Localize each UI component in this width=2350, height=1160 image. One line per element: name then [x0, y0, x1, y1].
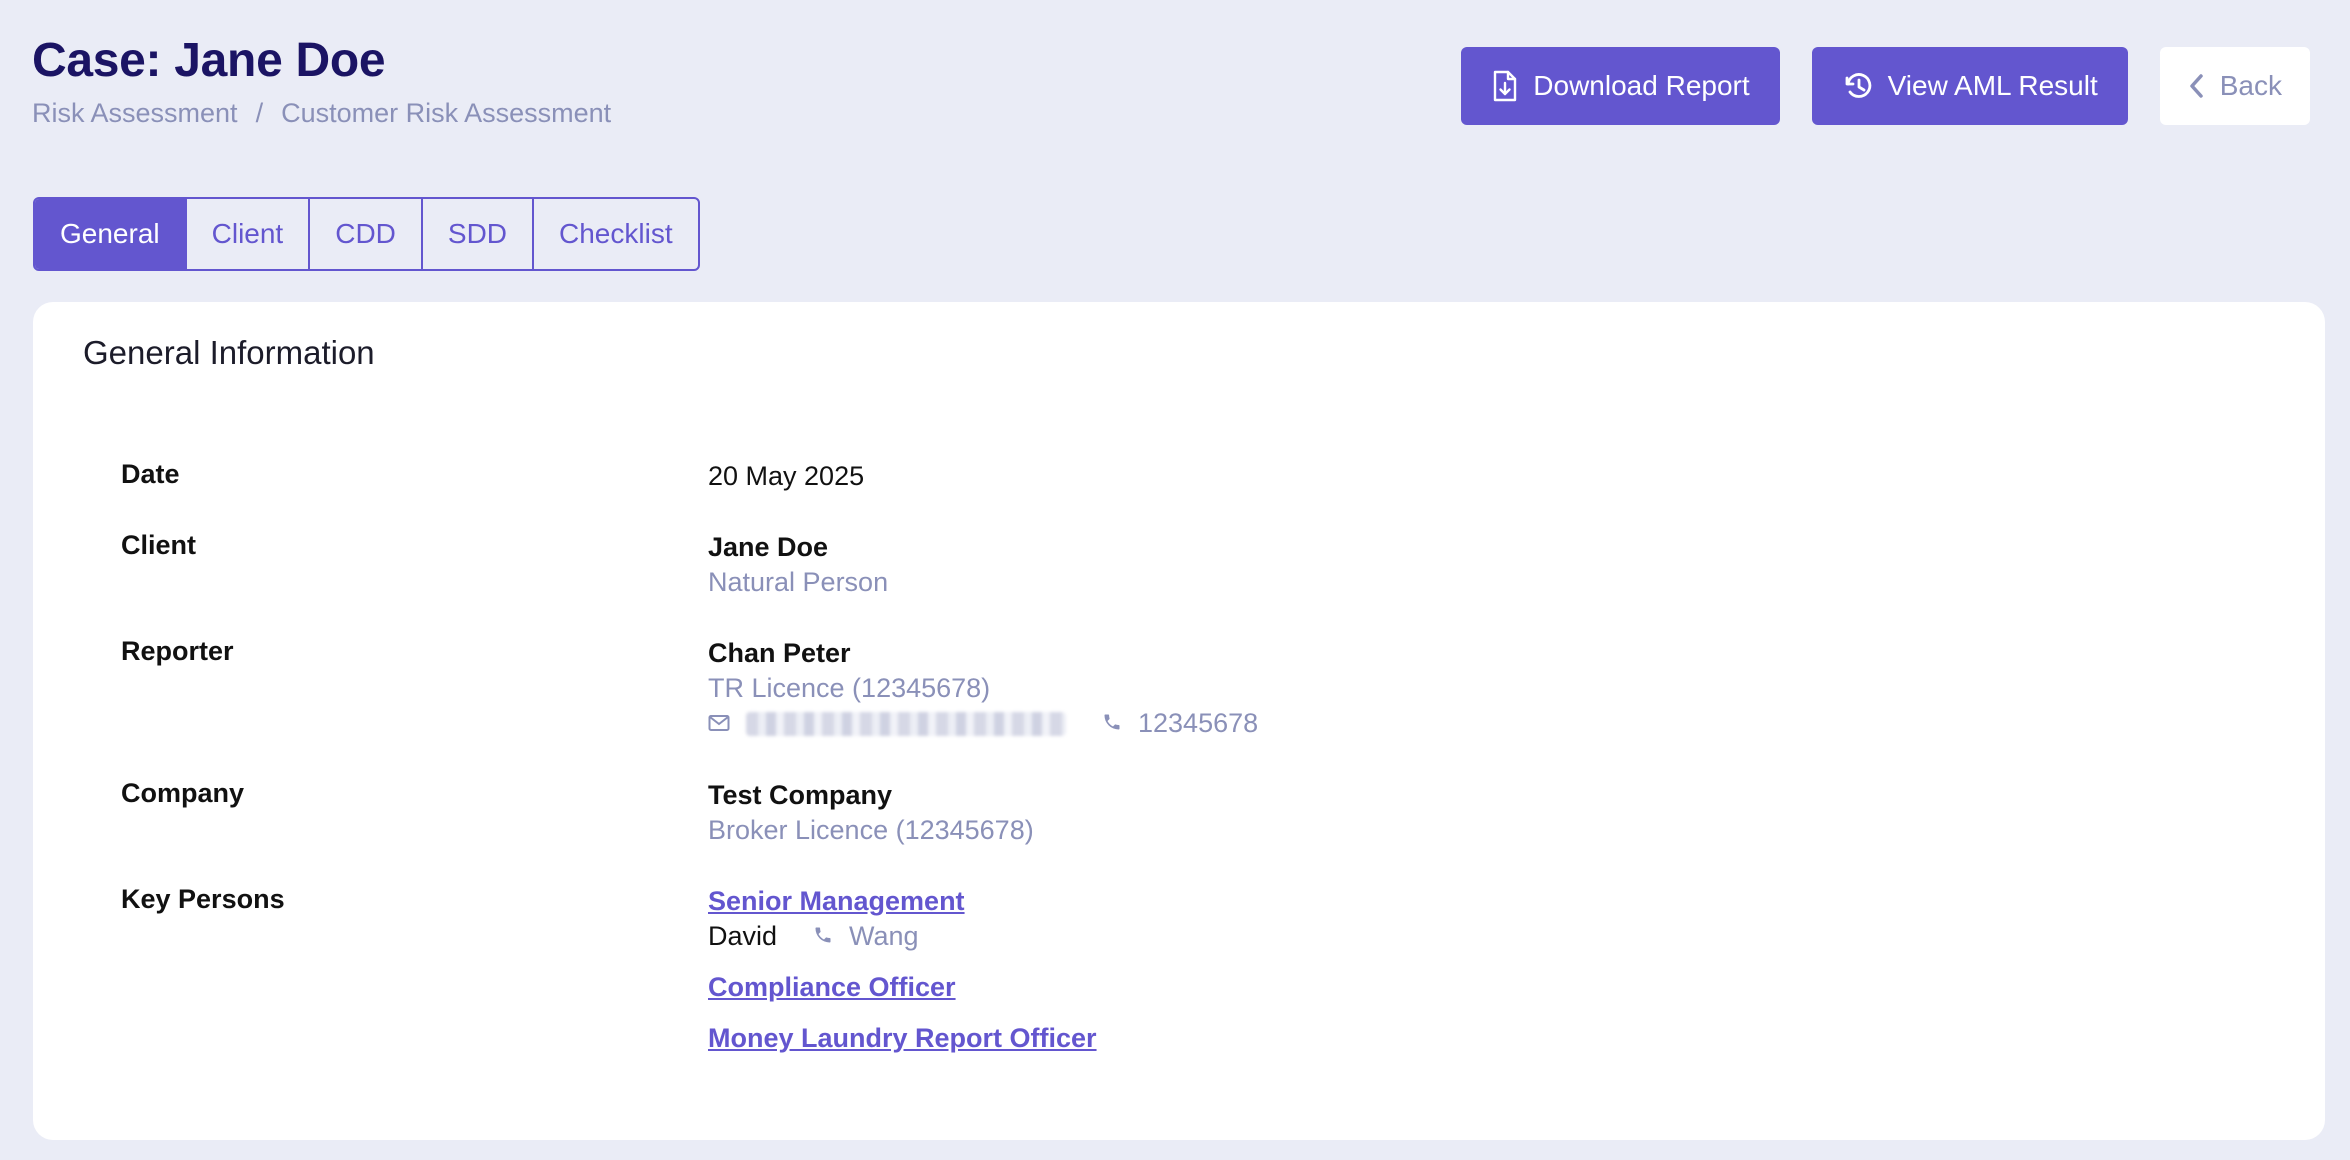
back-button[interactable]: Back: [2159, 47, 2310, 125]
download-file-icon: [1491, 70, 1519, 102]
breadcrumb-risk-assessment[interactable]: Risk Assessment: [32, 98, 238, 129]
client-value: Jane Doe Natural Person: [708, 530, 888, 600]
date-value: 20 May 2025: [708, 459, 864, 494]
date-text: 20 May 2025: [708, 461, 865, 491]
reporter-contact: 12345678: [708, 706, 1258, 741]
tab-sdd[interactable]: SDD: [423, 199, 535, 269]
view-aml-result-label: View AML Result: [1887, 70, 2098, 101]
page: Case: Jane Doe Risk Assessment / Custome…: [0, 0, 2350, 1160]
page-title: Case: Jane Doe: [32, 34, 386, 87]
history-icon: [1842, 70, 1874, 102]
company-name: Test Company: [708, 780, 893, 810]
client-label: Client: [121, 530, 197, 560]
download-report-button[interactable]: Download Report: [1461, 47, 1780, 125]
breadcrumb: Risk Assessment / Customer Risk Assessme…: [32, 98, 611, 129]
reporter-value: Chan Peter TR Licence (12345678) 1234567…: [708, 636, 1258, 741]
tab-checklist[interactable]: Checklist: [534, 199, 698, 269]
reporter-name: Chan Peter: [708, 638, 851, 668]
phone-icon: [1102, 706, 1122, 741]
page-header: Case: Jane Doe Risk Assessment / Custome…: [32, 30, 611, 129]
reporter-licence: TR Licence (12345678): [708, 673, 991, 703]
view-aml-result-button[interactable]: View AML Result: [1811, 47, 2128, 125]
company-label: Company: [121, 778, 245, 808]
tab-client[interactable]: Client: [187, 199, 311, 269]
download-report-label: Download Report: [1533, 70, 1750, 101]
reporter-phone: 12345678: [1138, 708, 1259, 738]
header-actions: Download Report View AML Result Back: [1461, 47, 2310, 125]
company-licence: Broker Licence (12345678): [708, 815, 1034, 845]
breadcrumb-separator: /: [255, 98, 264, 128]
chevron-left-icon: [2188, 72, 2206, 100]
breadcrumb-customer-risk-assessment: Customer Risk Assessment: [281, 98, 612, 128]
reporter-email-redacted: [746, 711, 1066, 736]
mail-icon: [708, 706, 730, 741]
senior-management-last-name: Wang: [849, 921, 919, 951]
tab-cdd[interactable]: CDD: [310, 199, 423, 269]
senior-management-first-name: David: [708, 921, 778, 951]
tab-bar: General Client CDD SDD Checklist: [33, 197, 700, 271]
tab-general[interactable]: General: [35, 199, 187, 269]
general-information-card: General Information Date 20 May 2025 Cli…: [33, 302, 2325, 1140]
phone-icon: [813, 919, 833, 954]
mlro-link[interactable]: Money Laundry Report Officer: [708, 1021, 1097, 1056]
compliance-officer-link[interactable]: Compliance Officer: [708, 970, 1097, 1005]
reporter-label: Reporter: [121, 636, 234, 666]
client-name: Jane Doe: [708, 532, 829, 562]
key-persons-value: Senior Management David Wang Compliance …: [708, 884, 1097, 1056]
company-value: Test Company Broker Licence (12345678): [708, 778, 1034, 848]
client-type: Natural Person: [708, 567, 889, 597]
senior-management-link[interactable]: Senior Management: [708, 884, 1097, 919]
card-title: General Information: [83, 334, 375, 371]
senior-management-person: David Wang: [708, 919, 1097, 954]
date-label: Date: [121, 459, 180, 489]
key-persons-label: Key Persons: [121, 884, 285, 914]
back-label: Back: [2219, 70, 2282, 101]
